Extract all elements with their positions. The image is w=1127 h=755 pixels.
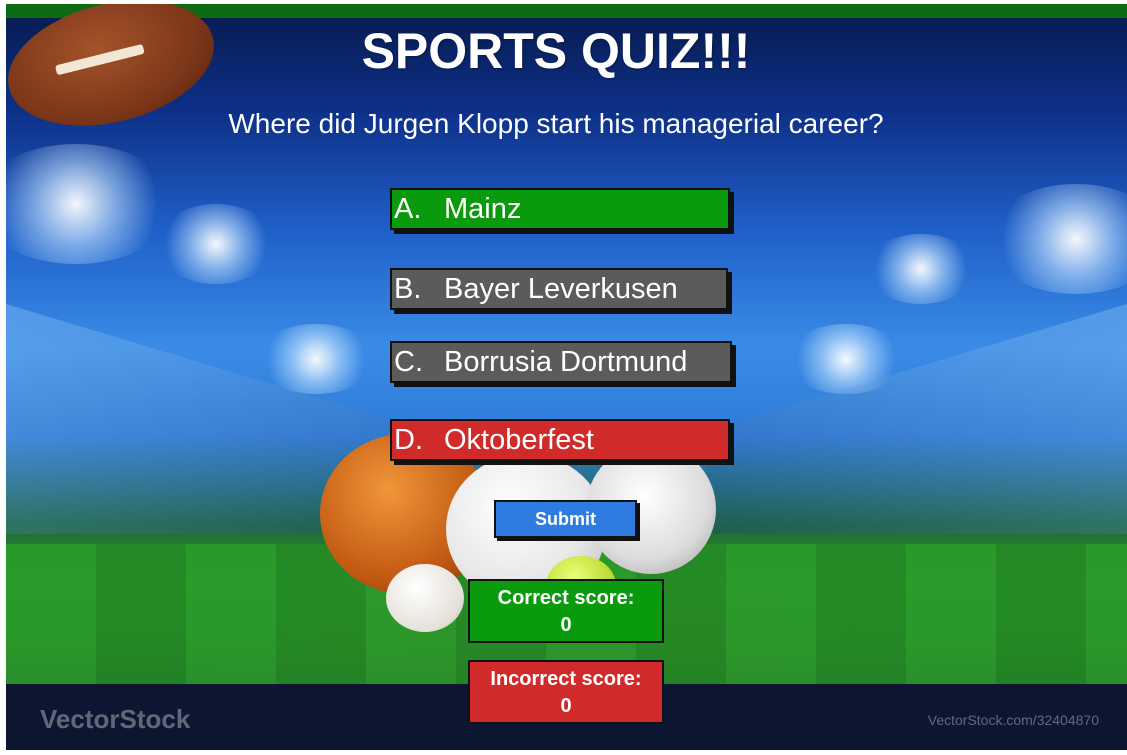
- answer-option-c[interactable]: C. Borrusia Dortmund: [390, 341, 732, 383]
- answer-option-a[interactable]: A. Mainz: [390, 188, 730, 230]
- question-text: Where did Jurgen Klopp start his manager…: [228, 108, 884, 139]
- answer-text: Oktoberfest: [444, 424, 594, 456]
- answer-text: Borrusia Dortmund: [444, 346, 688, 378]
- submit-button[interactable]: Submit: [494, 500, 637, 538]
- correct-score-label: Correct score:: [497, 587, 635, 609]
- correct-score-box: Correct score: 0: [468, 579, 664, 643]
- answer-option-b[interactable]: B. Bayer Leverkusen: [390, 268, 728, 310]
- stadium-light-icon: [6, 144, 176, 264]
- answer-letter: D.: [394, 424, 423, 456]
- answer-letter: A.: [394, 193, 422, 225]
- answer-letter: C.: [394, 346, 423, 378]
- answer-text: Bayer Leverkusen: [444, 273, 678, 305]
- answer-option-d[interactable]: D. Oktoberfest: [390, 419, 730, 461]
- incorrect-score-label: Incorrect score:: [490, 668, 642, 690]
- watermark-logo: VectorStock: [40, 704, 191, 734]
- stadium-stand-right: [707, 304, 1127, 534]
- correct-score-value: 0: [560, 614, 572, 636]
- stadium-light-icon: [986, 184, 1127, 294]
- incorrect-score-box: Incorrect score: 0: [468, 660, 664, 724]
- watermark-url: VectorStock.com/32404870: [927, 712, 1099, 728]
- answer-letter: B.: [394, 273, 422, 305]
- stadium-light-icon: [866, 234, 976, 304]
- answer-text: Mainz: [444, 193, 522, 225]
- baseball-icon: [386, 564, 464, 632]
- incorrect-score-value: 0: [560, 695, 572, 717]
- quiz-title: SPORTS QUIZ!!!: [361, 23, 751, 79]
- stadium-light-icon: [156, 204, 276, 284]
- stadium-light-icon: [256, 324, 376, 394]
- quiz-stage: VectorStock VectorStock.com/32404870 SPO…: [6, 4, 1127, 750]
